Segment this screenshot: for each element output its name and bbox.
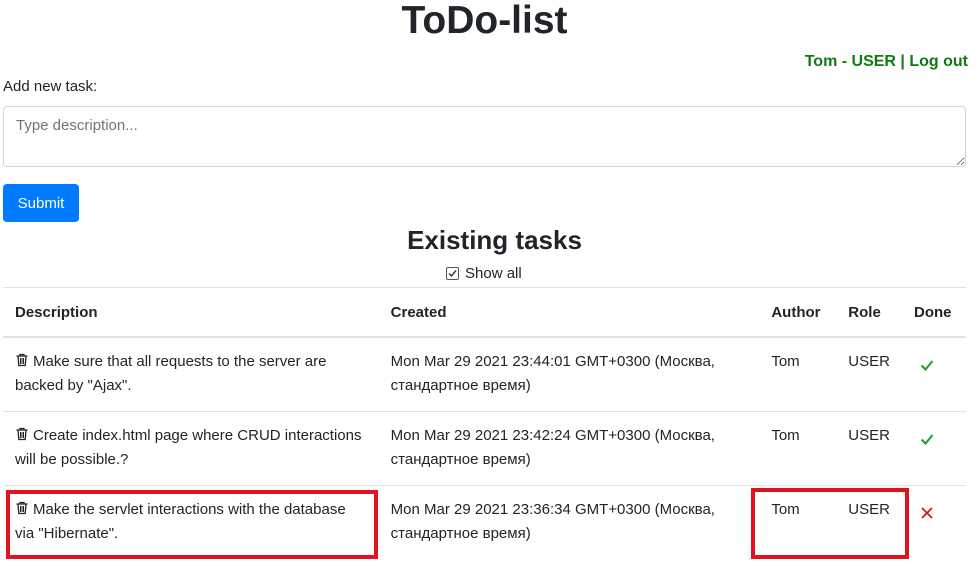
column-header-role: Role (836, 287, 902, 338)
table-header-row: Description Created Author Role Done (3, 287, 966, 338)
column-header-author: Author (759, 287, 837, 338)
task-description: Create index.html page where CRUD intera… (15, 427, 362, 468)
user-separator-dash: - (837, 53, 852, 70)
trash-icon[interactable] (15, 425, 29, 441)
app-title: ToDo-list (401, 0, 568, 42)
task-created: Mon Mar 29 2021 23:42:24 GMT+0300 (Москв… (378, 411, 760, 486)
task-description-cell: Create index.html page where CRUD intera… (3, 411, 379, 486)
trash-icon[interactable] (15, 499, 29, 515)
table-row: Create index.html page where CRUD intera… (3, 411, 966, 486)
task-created: Mon Mar 29 2021 23:36:34 GMT+0300 (Москв… (378, 485, 760, 559)
trash-icon[interactable] (15, 351, 29, 367)
task-done-cell (901, 485, 966, 559)
task-author: Tom (759, 411, 837, 486)
description-input[interactable] (3, 106, 966, 167)
check-icon[interactable] (920, 356, 934, 371)
user-separator-bar: | (895, 53, 910, 70)
task-role: USER (836, 411, 902, 486)
task-description-cell: Make the servlet interactions with the d… (3, 485, 379, 559)
table-row: Make the servlet interactions with the d… (3, 485, 966, 559)
user-name: Tom (804, 53, 838, 70)
table-row: Make sure that all requests to the serve… (3, 336, 966, 412)
column-header-description: Description (3, 287, 379, 338)
user-role: USER (851, 53, 896, 70)
column-header-done: Done (901, 287, 966, 338)
checkbox-checked-icon[interactable] (446, 267, 459, 280)
user-bar: Tom - USER | Log out (805, 53, 968, 71)
show-all-label: Show all (465, 265, 522, 282)
logout-link[interactable]: Log out (909, 53, 968, 70)
submit-button[interactable]: Submit (3, 184, 79, 222)
task-author: Tom (759, 336, 837, 412)
column-header-created: Created (378, 287, 760, 338)
task-description: Make sure that all requests to the serve… (15, 353, 327, 394)
task-role: USER (836, 336, 902, 412)
task-done-cell (901, 411, 966, 486)
check-icon[interactable] (920, 430, 934, 445)
existing-tasks-title: Existing tasks (407, 225, 582, 255)
task-author: Tom (759, 485, 837, 559)
task-description-cell: Make sure that all requests to the serve… (3, 336, 379, 412)
tasks-table: Description Created Author Role Done Mak… (3, 287, 966, 559)
task-role: USER (836, 485, 902, 559)
add-task-label: Add new task: (3, 78, 98, 95)
task-description: Make the servlet interactions with the d… (15, 501, 346, 542)
task-done-cell (901, 336, 966, 412)
page: ToDo-list Tom - USER | Log out Add new t… (0, 0, 979, 567)
show-all-toggle[interactable]: Show all (446, 265, 522, 282)
cross-icon[interactable] (920, 504, 934, 519)
task-created: Mon Mar 29 2021 23:44:01 GMT+0300 (Москв… (378, 336, 760, 412)
